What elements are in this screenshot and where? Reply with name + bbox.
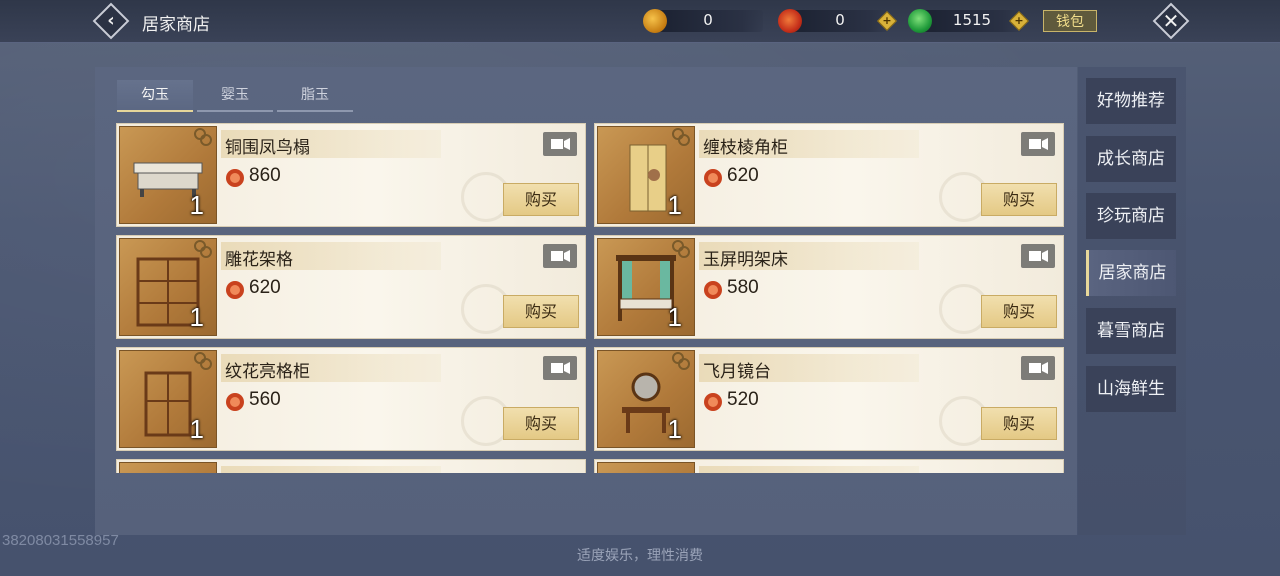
item-price: 560 [249,389,281,410]
tab-yingyu[interactable]: 婴玉 [197,80,273,112]
item-name: 缠枝棱角柜 [703,138,788,158]
page-title: 居家商店 [142,15,210,35]
red-coin-icon [704,393,722,411]
currency-jade-value: 1515 [952,11,992,29]
red-coin-icon [226,169,244,187]
item-card-partial[interactable] [116,459,586,473]
link-icon [194,128,212,146]
nav-item-seafood-shop[interactable]: 山海鲜生 [1086,366,1176,412]
red-coin-icon [704,169,722,187]
item-price: 620 [727,165,759,186]
currency-gold-value: 0 [703,11,713,29]
item-name-bar [221,466,441,473]
link-icon [194,240,212,258]
buy-button[interactable]: 购买 [981,295,1057,328]
nav-item-recommend[interactable]: 好物推荐 [1086,78,1176,124]
item-name: 玉屏明架床 [703,250,788,270]
link-icon [672,128,690,146]
link-icon [672,240,690,258]
preview-button[interactable] [1021,132,1055,156]
buy-button[interactable]: 购买 [981,183,1057,216]
item-card[interactable]: 1 玉屏明架床 580 购买 [594,235,1064,339]
item-price: 580 [727,277,759,298]
buy-button[interactable]: 购买 [503,183,579,216]
close-icon: ✕ [1162,9,1180,33]
preview-button[interactable] [543,244,577,268]
camera-icon [1029,250,1048,262]
camera-icon [551,362,570,374]
currency-red-value: 0 [835,11,845,29]
chevron-left-icon: ‹ [107,10,115,31]
item-name: 雕花架格 [225,250,293,270]
item-name-bar [699,466,919,473]
tab-label: 勾玉 [141,87,169,103]
item-quantity: 1 [189,414,204,444]
preview-button[interactable] [543,132,577,156]
camera-icon [1029,138,1048,150]
preview-button[interactable] [1021,244,1055,268]
red-coin-icon [226,281,244,299]
camera-icon [551,250,570,262]
camera-icon [551,138,570,150]
preview-button[interactable] [543,356,577,380]
item-name: 纹花亮格柜 [225,362,310,382]
tab-label: 脂玉 [301,87,329,103]
close-button[interactable]: ✕ [1152,2,1190,40]
red-coin-icon [778,9,802,33]
nav-item-treasure-shop[interactable]: 珍玩商店 [1086,193,1176,239]
link-icon [194,352,212,370]
tab-gouyu[interactable]: 勾玉 [117,80,193,112]
tab-label: 婴玉 [221,87,249,103]
back-button[interactable]: ‹ [92,2,130,40]
item-grid[interactable]: 1 铜围凤鸟榻 860 购买 1 缠枝棱角柜 620 购买 1 雕花架格 620… [116,122,1068,473]
item-card[interactable]: 1 雕花架格 620 购买 [116,235,586,339]
footer-note: 适度娱乐，理性消费 [577,548,703,564]
item-quantity: 1 [667,190,682,220]
buy-button[interactable]: 购买 [503,407,579,440]
item-price: 620 [249,277,281,298]
nav-item-snow-shop[interactable]: 暮雪商店 [1086,308,1176,354]
nav-item-growth-shop[interactable]: 成长商店 [1086,136,1176,182]
buy-button[interactable]: 购买 [981,407,1057,440]
item-quantity: 1 [667,302,682,332]
link-icon [672,352,690,370]
tab-zhiyu[interactable]: 脂玉 [277,80,353,112]
item-card[interactable]: 1 纹花亮格柜 560 购买 [116,347,586,451]
jade-icon [908,9,932,33]
nav-item-home-shop[interactable]: 居家商店 [1086,250,1176,296]
camera-icon [1029,362,1048,374]
item-card[interactable]: 1 缠枝棱角柜 620 购买 [594,123,1064,227]
item-name: 铜围凤鸟榻 [225,138,310,158]
item-quantity: 1 [189,190,204,220]
item-card[interactable]: 1 铜围凤鸟榻 860 购买 [116,123,586,227]
item-price: 520 [727,389,759,410]
item-quantity: 1 [667,414,682,444]
item-thumbnail [119,462,217,473]
tab-underline [197,110,273,112]
currency-gold: 0 [643,9,765,33]
wallet-button[interactable]: 钱包 [1043,10,1097,32]
buy-button[interactable]: 购买 [503,295,579,328]
item-card[interactable]: 1 飞月镜台 520 购买 [594,347,1064,451]
item-card-partial[interactable] [594,459,1064,473]
preview-button[interactable] [1021,356,1055,380]
red-coin-icon [704,281,722,299]
tab-underline [277,110,353,112]
item-quantity: 1 [189,302,204,332]
red-coin-icon [226,393,244,411]
item-name: 飞月镜台 [703,362,771,382]
item-price: 860 [249,165,281,186]
gold-pouch-icon [643,9,667,33]
top-bar: ‹ 居家商店 0 0 + 1515 + 钱包 ✕ [0,0,1280,43]
item-thumbnail [597,462,695,473]
tab-underline [117,110,193,112]
